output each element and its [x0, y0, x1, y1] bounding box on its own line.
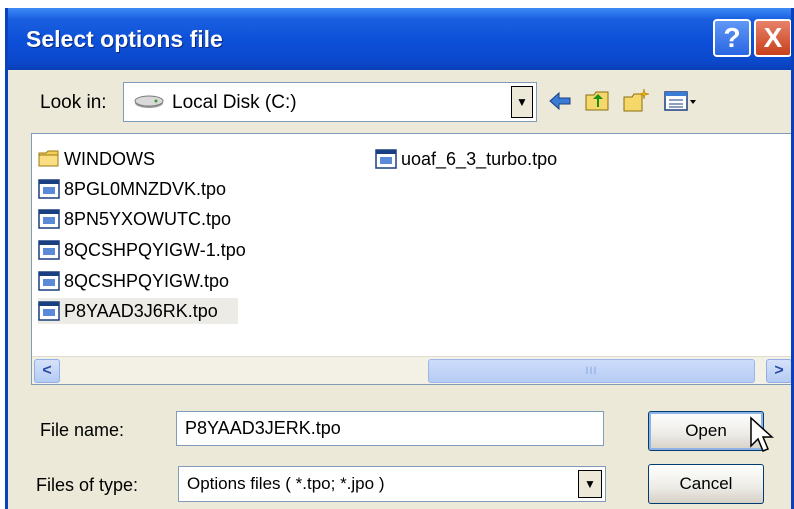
- look-in-dropdown-arrow[interactable]: ▼: [511, 86, 533, 118]
- cancel-button[interactable]: Cancel: [648, 464, 764, 504]
- file-name-label: File name:: [40, 420, 125, 440]
- list-item[interactable]: 8PN5YXOWUTC.tpo: [38, 206, 231, 232]
- file-list[interactable]: WINDOWS 8PGL0MNZDVK.tpo 8PN5YXOWUTC.tpo: [31, 133, 791, 385]
- file-type-dropdown[interactable]: Options files ( *.tpo; *.jpo ) ▼: [178, 466, 606, 502]
- tpo-file-icon: [38, 179, 60, 199]
- new-folder-icon[interactable]: [622, 88, 650, 114]
- file-name-input[interactable]: P8YAAD3JERK.tpo: [176, 411, 604, 446]
- list-item[interactable]: 8QCSHPQYIGW.tpo: [38, 268, 229, 294]
- select-options-file-dialog: Select options file ? X Look in: Local D…: [5, 8, 794, 509]
- view-menu-icon[interactable]: [663, 88, 699, 114]
- list-item[interactable]: WINDOWS: [38, 146, 155, 172]
- list-item-selected[interactable]: P8YAAD3J6RK.tpo: [38, 298, 238, 324]
- help-button[interactable]: ?: [713, 19, 751, 57]
- look-in-value: Local Disk (C:): [172, 92, 297, 113]
- scroll-thumb[interactable]: III: [428, 359, 755, 383]
- tpo-file-icon: [38, 271, 60, 291]
- scroll-right-button[interactable]: >: [766, 359, 791, 383]
- back-icon[interactable]: [546, 88, 574, 114]
- list-item[interactable]: uoaf_6_3_turbo.tpo: [375, 146, 557, 172]
- mouse-cursor-icon: [750, 416, 774, 452]
- file-type-value: Options files ( *.tpo; *.jpo ): [187, 474, 385, 493]
- scroll-left-button[interactable]: <: [34, 359, 60, 383]
- look-in-dropdown[interactable]: Local Disk (C:) ▼: [123, 82, 537, 122]
- close-button[interactable]: X: [754, 19, 791, 57]
- up-folder-icon[interactable]: [584, 88, 612, 114]
- hard-disk-icon: [134, 95, 164, 108]
- folder-icon: [38, 150, 59, 167]
- dialog-title: Select options file: [26, 26, 223, 52]
- file-type-dropdown-arrow[interactable]: ▼: [578, 470, 602, 498]
- tpo-file-icon: [38, 301, 60, 321]
- file-type-label: Files of type:: [36, 475, 139, 495]
- list-item[interactable]: 8QCSHPQYIGW-1.tpo: [38, 237, 246, 263]
- open-button[interactable]: Open: [648, 411, 764, 451]
- tpo-file-icon: [375, 149, 397, 169]
- tpo-file-icon: [38, 209, 60, 229]
- list-item[interactable]: 8PGL0MNZDVK.tpo: [38, 176, 226, 202]
- title-bar: Select options file ? X: [8, 8, 791, 70]
- horizontal-scrollbar[interactable]: < III >: [32, 356, 791, 384]
- look-in-label: Look in:: [40, 92, 107, 113]
- tpo-file-icon: [38, 240, 60, 260]
